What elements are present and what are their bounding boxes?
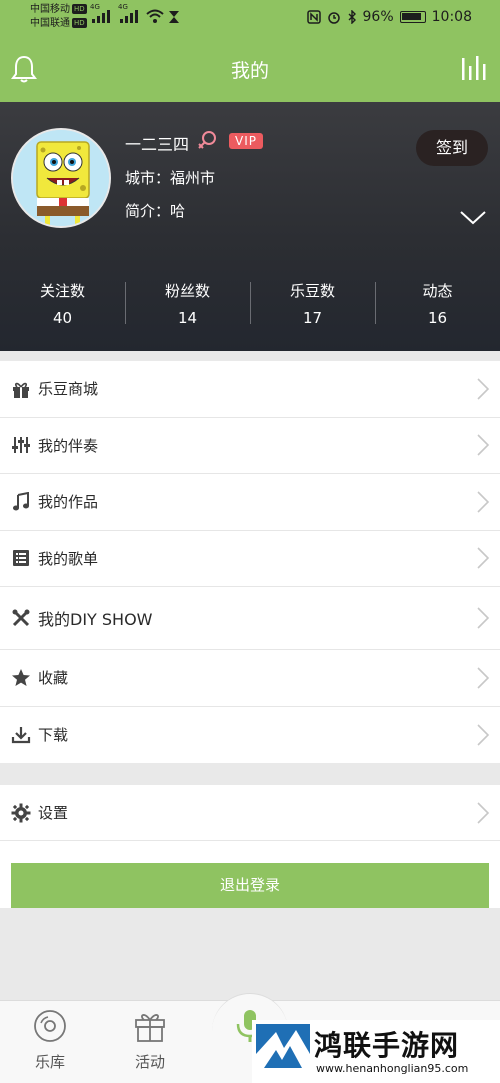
tab-label: 活动 — [134, 1053, 165, 1071]
watermark-url: www.henanhonglian95.com — [316, 1062, 469, 1075]
watermark: 鸿联手游网 www.henanhonglian95.com — [252, 1020, 500, 1083]
gift-icon — [135, 1014, 165, 1042]
stat-fans[interactable]: 粉丝数 14 — [125, 274, 250, 334]
stat-value: 14 — [177, 309, 198, 327]
menu-item-label: 乐豆商城 — [38, 380, 99, 399]
menu-item-settings[interactable]: 设置 — [0, 785, 500, 841]
clock: 10:08 — [431, 9, 472, 25]
profile-intro: 简介：哈 — [125, 202, 186, 220]
menu-item-label: 我的DIY SHOW — [38, 610, 153, 629]
nfc-icon — [306, 10, 321, 24]
chevron-right-icon — [477, 607, 490, 629]
menu-item-ledou-shop[interactable]: 乐豆商城 — [0, 361, 500, 418]
avatar[interactable] — [11, 128, 111, 228]
profile-stats: 关注数 40 粉丝数 14 乐豆数 17 动态 16 — [0, 274, 500, 334]
menu-item-download[interactable]: 下载 — [0, 707, 500, 764]
star-icon — [12, 668, 30, 686]
chevron-down-icon[interactable] — [458, 206, 488, 228]
stat-value: 40 — [52, 309, 73, 327]
menu-item-accompaniment[interactable]: 我的伴奏 — [0, 418, 500, 474]
stat-ledou[interactable]: 乐豆数 17 — [250, 274, 375, 334]
signin-button[interactable]: 签到 — [416, 130, 488, 166]
menu-item-label: 收藏 — [38, 669, 69, 688]
stat-label: 粉丝数 — [164, 282, 210, 300]
tab-label: 乐库 — [34, 1053, 65, 1071]
menu-item-playlist[interactable]: 我的歌单 — [0, 531, 500, 587]
page-title: 我的 — [230, 60, 269, 82]
menu-item-favorites[interactable]: 收藏 — [0, 650, 500, 707]
hd-badge: HD — [72, 4, 87, 14]
chevron-right-icon — [477, 724, 490, 746]
list-icon — [13, 550, 29, 567]
chevron-right-icon — [477, 667, 490, 689]
carrier-2: 中国联通 — [30, 18, 70, 29]
chevron-right-icon — [477, 547, 490, 569]
chevron-right-icon — [477, 434, 490, 456]
chevron-right-icon — [477, 378, 490, 400]
menu-item-label: 我的歌单 — [38, 549, 99, 568]
hd-badge: HD — [72, 18, 87, 28]
profile-card: 一二三四 VIP 城市：福州市 简介：哈 签到 关注数 40 粉丝数 14 乐豆… — [0, 102, 500, 351]
bar-chart-icon[interactable] — [460, 54, 490, 82]
download-icon — [11, 726, 31, 743]
menu-item-works[interactable]: 我的作品 — [0, 474, 500, 531]
bluetooth-icon — [348, 10, 356, 24]
status-right: 96% 10:08 — [306, 9, 472, 25]
stat-posts[interactable]: 动态 16 — [375, 274, 500, 334]
tab-activities[interactable]: 活动 — [100, 1009, 200, 1072]
chevron-right-icon — [477, 491, 490, 513]
disc-icon — [34, 1010, 66, 1042]
tools-icon — [12, 609, 30, 627]
female-gender-icon — [198, 131, 216, 149]
tab-music-library[interactable]: 乐库 — [0, 1009, 100, 1072]
carrier-1: 中国移动 — [30, 4, 70, 15]
avatar-image — [13, 130, 109, 226]
alarm-icon — [327, 12, 340, 24]
chevron-right-icon — [477, 801, 490, 824]
settings-label: 设置 — [38, 804, 69, 822]
menu-list: 乐豆商城 我的伴奏 我的作品 我的歌单 我的DIY SHOW 收藏 下载 — [0, 361, 500, 763]
stat-value: 17 — [302, 309, 323, 327]
logout-button[interactable]: 退出登录 — [11, 863, 489, 908]
battery-percent: 96% — [362, 9, 394, 25]
gear-icon — [11, 803, 31, 822]
menu-item-label: 我的伴奏 — [38, 436, 99, 455]
stat-label: 乐豆数 — [289, 282, 335, 300]
stat-value: 16 — [427, 309, 448, 327]
carrier-info: 中国移动 HD 中国联通 HD — [30, 3, 87, 31]
username: 一二三四 — [125, 135, 190, 154]
logout-area: 退出登录 — [0, 841, 500, 908]
battery-icon — [399, 11, 426, 23]
menu-item-diy-show[interactable]: 我的DIY SHOW — [0, 587, 500, 650]
music-note-icon — [13, 491, 29, 511]
menu-item-label: 我的作品 — [38, 493, 99, 512]
profile-city: 城市：福州市 — [125, 169, 216, 187]
hourglass-icon — [169, 11, 179, 23]
status-bar: 中国移动 HD 中国联通 HD 4G 4G 96% 10:08 — [0, 0, 500, 36]
stat-label: 关注数 — [39, 282, 85, 300]
signal-icon: 4G — [90, 3, 110, 23]
stat-label: 动态 — [422, 282, 453, 300]
signal-icon: 4G — [118, 3, 138, 23]
stat-following[interactable]: 关注数 40 — [0, 274, 125, 334]
vip-badge: VIP — [229, 133, 263, 149]
menu-item-label: 下载 — [38, 726, 69, 745]
app-header: 我的 — [0, 36, 500, 102]
watermark-logo — [256, 1024, 310, 1078]
gift-icon — [13, 382, 29, 398]
wifi-icon — [146, 9, 164, 23]
sliders-icon — [12, 437, 30, 454]
watermark-title: 鸿联手游网 — [314, 1029, 460, 1062]
